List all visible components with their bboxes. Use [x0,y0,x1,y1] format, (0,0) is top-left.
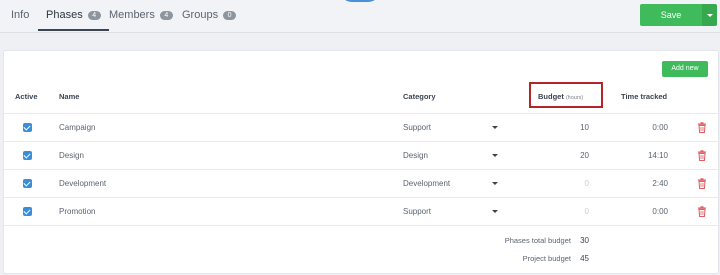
column-header-category: Category [403,92,436,101]
table-row: Campaign Support 10 0:00 [4,113,718,142]
category-select[interactable]: Support [403,207,431,216]
add-new-button[interactable]: Add new [662,61,708,77]
column-header-active: Active [15,92,38,101]
tab-info[interactable]: Info [11,0,29,30]
column-header-name: Name [59,92,80,101]
budget-highlight-box [529,82,603,108]
active-checkbox[interactable] [23,123,32,132]
totals-section: Phases total budget 30 Project budget 45 [4,225,718,273]
phases-panel: Add new Active Name Category Budget (hour… [3,50,719,274]
budget-field[interactable]: 20 [549,151,589,160]
column-header-time-tracked: Time tracked [621,92,668,101]
time-tracked-value: 2:40 [652,179,668,188]
save-button[interactable]: Save [640,4,702,26]
trash-icon[interactable] [697,150,707,161]
trash-icon[interactable] [697,206,707,217]
phase-name: Campaign [59,123,96,132]
tab-label: Phases [46,9,83,21]
tab-label: Info [11,9,30,21]
time-tracked-value: 14:10 [647,151,668,160]
time-tracked-value: 0:00 [652,207,668,216]
active-checkbox[interactable] [23,207,32,216]
tab-members[interactable]: Members 4 [109,0,173,30]
trash-icon[interactable] [697,122,707,133]
phase-name: Design [59,151,84,160]
category-select[interactable]: Support [403,123,431,132]
trash-icon[interactable] [697,178,707,189]
tab-count-badge: 4 [87,11,101,20]
phases-total-budget-value: 30 [580,236,589,245]
budget-field[interactable]: 0 [549,207,589,216]
caret-down-icon[interactable] [492,210,498,213]
category-select[interactable]: Design [403,151,428,160]
caret-down-icon[interactable] [492,154,498,157]
table-row: Development Development 0 2:40 [4,169,718,198]
tab-phases[interactable]: Phases 4 [38,0,109,31]
phase-name: Promotion [59,207,96,216]
caret-down-icon[interactable] [492,182,498,185]
tab-count-badge: 4 [159,11,173,20]
active-checkbox[interactable] [23,151,32,160]
caret-down-icon[interactable] [492,126,498,129]
tab-label: Members [109,9,155,21]
tab-count-badge: 0 [223,11,237,20]
save-options-dropdown[interactable] [702,4,717,26]
tab-label: Groups [182,9,219,21]
top-navigation: Info Phases 4 Members 4 Groups 0 Save [0,0,720,33]
time-tracked-value: 0:00 [652,123,668,132]
table-row: Design Design 20 14:10 [4,141,718,170]
project-budget-value: 45 [580,254,589,263]
table-row: Promotion Support 0 0:00 [4,197,718,226]
app-indicator [340,0,380,2]
phase-name: Development [59,179,107,188]
budget-field[interactable]: 10 [549,123,589,132]
tab-groups[interactable]: Groups 0 [182,0,237,30]
category-select[interactable]: Development [403,179,450,188]
active-checkbox[interactable] [23,179,32,188]
budget-field[interactable]: 0 [549,179,589,188]
